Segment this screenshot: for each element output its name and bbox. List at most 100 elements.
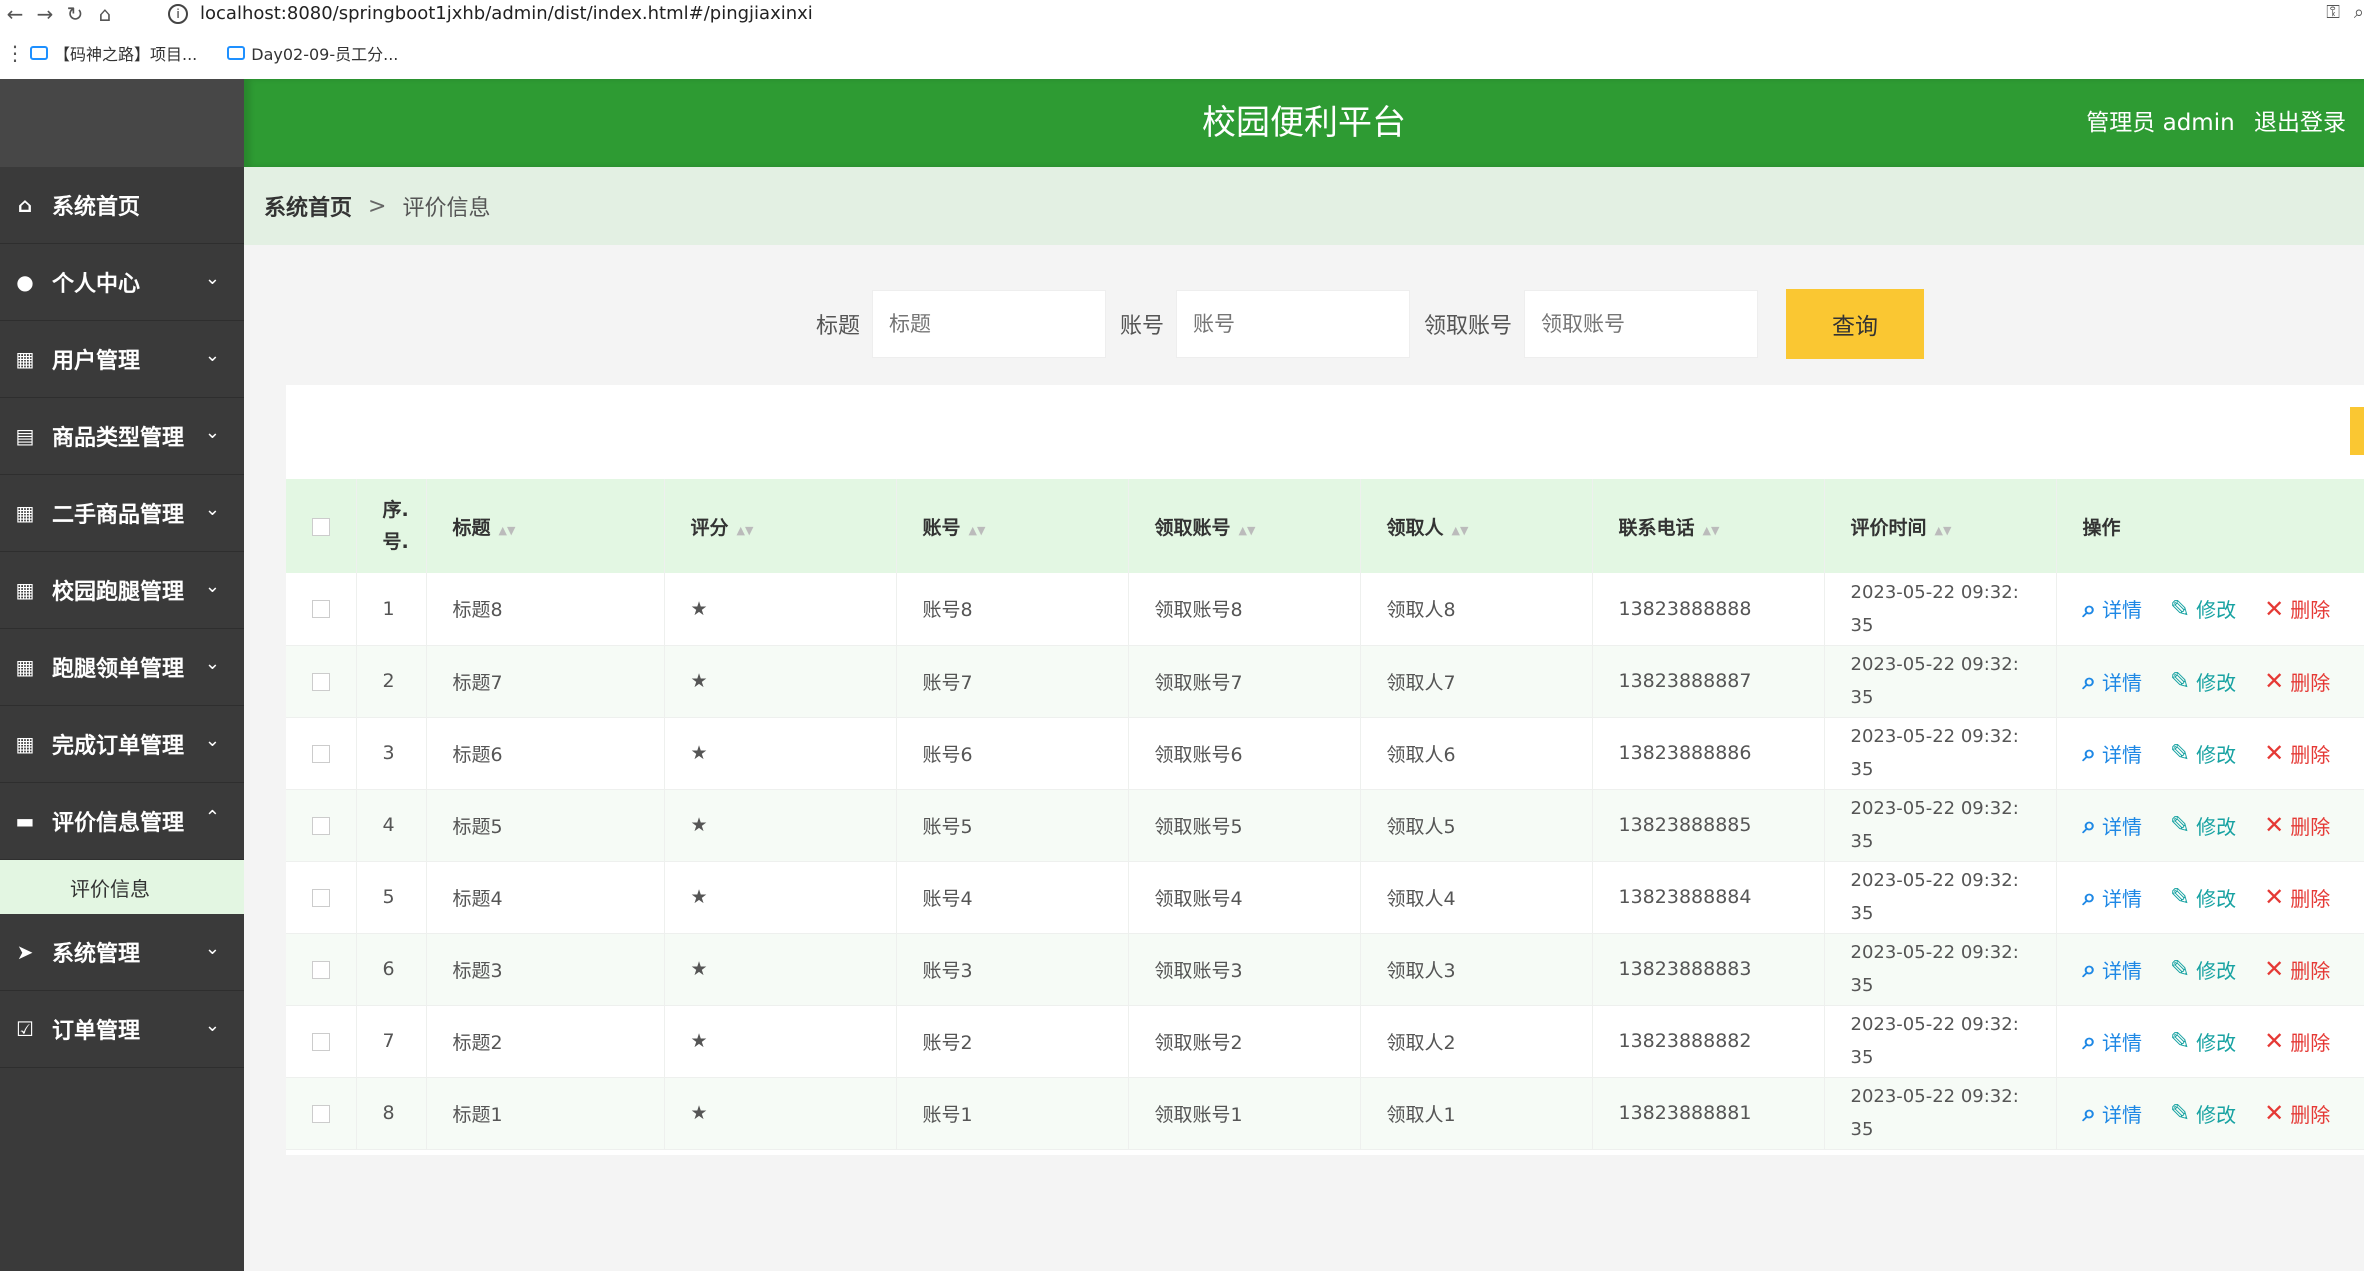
delete-button[interactable]: ✕ 删除 [2264,594,2330,623]
sort-icon[interactable]: ▲▼ [1239,524,1256,537]
sidebar-item-reviews[interactable]: ▬ 评价信息管理 ⌃ [0,783,244,860]
tv-icon [30,46,48,60]
delete-button[interactable]: ✕ 删除 [2264,739,2330,768]
detail-label: 详情 [2101,886,2142,911]
edit-button[interactable]: ✎ 修改 [2170,667,2236,696]
col-header-actions: 操作 [2056,479,2364,573]
row-checkbox[interactable] [311,600,330,619]
sidebar-item-finished-orders[interactable]: ▦ 完成订单管理 ⌄ [0,706,244,783]
col-header-account[interactable]: 账号 ▲▼ [896,479,1129,573]
edit-button[interactable]: ✎ 修改 [2170,883,2236,912]
key-icon[interactable]: ⚿ [2326,2,2340,23]
detail-button[interactable]: ⌕ 详情 [2083,594,2142,623]
sidebar-item-goods-type[interactable]: ▤ 商品类型管理 ⌄ [0,398,244,475]
chevron-down-icon: ⌄ [204,268,220,289]
col-header-phone[interactable]: 联系电话 ▲▼ [1592,479,1825,573]
logout-link[interactable]: 退出登录 [2254,110,2346,136]
home-icon: ⌂ [17,193,33,217]
delete-button[interactable]: ✕ 删除 [2264,1099,2330,1128]
cell-account: 账号5 [896,789,1129,862]
edit-label: 修改 [2196,742,2237,767]
sort-icon[interactable]: ▲▼ [1452,524,1469,537]
reload-icon[interactable]: ↻ [60,2,90,26]
edit-button[interactable]: ✎ 修改 [2170,594,2236,623]
detail-button[interactable]: ⌕ 详情 [2083,811,2142,840]
delete-button[interactable]: ✕ 删除 [2264,667,2330,696]
cell-title: 标题5 [426,789,665,862]
sidebar-item-system[interactable]: ➤ 系统管理 ⌄ [0,914,244,991]
sidebar-item-orders[interactable]: ☑ 订单管理 ⌄ [0,991,244,1068]
edit-button[interactable]: ✎ 修改 [2170,811,2236,840]
sidebar-item-errand[interactable]: ▦ 校园跑腿管理 ⌄ [0,552,244,629]
cell-no: 4 [356,789,427,862]
row-select-cell [286,1077,357,1150]
row-checkbox[interactable] [311,1104,330,1123]
sort-icon[interactable]: ▲▼ [1703,524,1720,537]
sidebar-item-errand-claim[interactable]: ▦ 跑腿领单管理 ⌄ [0,629,244,706]
cell-score: ★ [664,1005,897,1078]
account-input[interactable] [1176,290,1411,358]
address-bar[interactable]: i localhost:8080/springboot1jxhb/admin/d… [168,0,813,27]
row-checkbox[interactable] [311,672,330,691]
row-checkbox[interactable] [311,960,330,979]
row-checkbox[interactable] [311,816,330,835]
chevron-down-icon: ⌄ [204,576,220,597]
forward-icon[interactable]: → [30,2,60,26]
detail-button[interactable]: ⌕ 详情 [2083,1027,2142,1056]
col-header-time[interactable]: 评价时间 ▲▼ [1824,479,2057,573]
row-select-cell [286,1005,357,1078]
sort-icon[interactable]: ▲▼ [737,524,754,537]
row-checkbox[interactable] [311,888,330,907]
query-button[interactable]: 查询 [1786,289,1925,359]
cell-actions: ⌕ 详情 ✎ 修改 ✕ 删除 [2056,933,2364,1006]
delete-button[interactable]: ✕ 删除 [2264,1027,2330,1056]
col-header-receiver[interactable]: 领取人 ▲▼ [1360,479,1593,573]
side-action-tab[interactable] [2350,407,2364,455]
edit-button[interactable]: ✎ 修改 [2170,1027,2236,1056]
row-checkbox[interactable] [311,744,330,763]
detail-label: 详情 [2101,742,2142,767]
sidebar-item-users[interactable]: ▦ 用户管理 ⌄ [0,321,244,398]
receive-account-input[interactable] [1524,290,1759,358]
sort-icon[interactable]: ▲▼ [1935,524,1952,537]
apps-icon[interactable]: ⋮ [0,41,30,65]
back-icon[interactable]: ← [0,2,30,26]
sort-icon[interactable]: ▲▼ [969,524,986,537]
detail-button[interactable]: ⌕ 详情 [2083,739,2142,768]
bookmark-label: 【码神之路】项目... [54,45,198,64]
time-line1: 2023-05-22 09:32: [1850,726,2019,747]
edit-button[interactable]: ✎ 修改 [2170,955,2236,984]
chevron-up-icon: ⌃ [204,807,220,828]
sidebar-subitem-review-info[interactable]: 评价信息 [0,860,244,914]
bookmark-item[interactable]: Day02-09-员工分... [227,41,398,65]
delete-button[interactable]: ✕ 删除 [2264,811,2330,840]
col-header-score[interactable]: 评分 ▲▼ [664,479,897,573]
delete-button[interactable]: ✕ 删除 [2264,955,2330,984]
cell-no: 1 [356,573,427,646]
delete-button[interactable]: ✕ 删除 [2264,883,2330,912]
sidebar-item-personal[interactable]: ● 个人中心 ⌄ [0,244,244,321]
detail-button[interactable]: ⌕ 详情 [2083,955,2142,984]
row-checkbox[interactable] [311,1032,330,1051]
col-header-receive-account[interactable]: 领取账号 ▲▼ [1128,479,1361,573]
cell-time: 2023-05-22 09:32: 35 [1824,861,2057,934]
cell-receiver: 领取人1 [1360,1077,1593,1150]
breadcrumb-home[interactable]: 系统首页 [264,190,352,222]
sidebar-item-home[interactable]: ⌂ 系统首页 [0,167,244,244]
edit-button[interactable]: ✎ 修改 [2170,1099,2236,1128]
bookmark-item[interactable]: 【码神之路】项目... [30,41,197,65]
info-icon[interactable]: i [168,3,188,24]
sidebar-item-secondhand[interactable]: ▦ 二手商品管理 ⌄ [0,475,244,552]
detail-button[interactable]: ⌕ 详情 [2083,883,2142,912]
sort-icon[interactable]: ▲▼ [499,524,516,537]
edit-button[interactable]: ✎ 修改 [2170,739,2236,768]
time-line1: 2023-05-22 09:32: [1850,1014,2019,1035]
detail-button[interactable]: ⌕ 详情 [2083,1099,2142,1128]
home-nav-icon[interactable]: ⌂ [90,2,120,26]
detail-button[interactable]: ⌕ 详情 [2083,667,2142,696]
select-all-checkbox[interactable] [311,517,330,536]
col-header-title[interactable]: 标题 ▲▼ [426,479,665,573]
zoom-icon[interactable]: ⌕ [2354,2,2364,23]
title-input[interactable] [872,290,1107,358]
time-line1: 2023-05-22 09:32: [1850,581,2019,603]
